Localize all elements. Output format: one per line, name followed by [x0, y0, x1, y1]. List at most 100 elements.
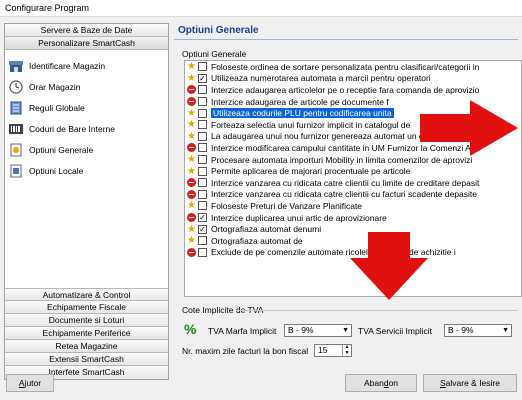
group-servere[interactable]: Servere & Baze de Date [5, 24, 168, 37]
spin-arrows-icon[interactable]: ▲ ▼ [342, 344, 351, 356]
nav-label: Optiuni Locale [29, 165, 84, 176]
option-checkbox[interactable] [198, 236, 207, 246]
days-stepper[interactable]: 15 ▲ ▼ [314, 344, 352, 357]
option-row[interactable]: ★ Permite aplicarea de majorari procentua… [185, 165, 521, 177]
star-icon: ★ [187, 61, 196, 73]
group-automatizare[interactable]: Automatizare & Control [5, 288, 168, 301]
percent-icon: % [184, 321, 197, 337]
star-icon: ★ [187, 200, 196, 212]
options-group-label: Optiuni Generale [182, 49, 247, 59]
option-row[interactable]: ★ Utilizeaza codurile PLU pentru codifica… [185, 107, 521, 119]
group-personalizare[interactable]: Personalizare SmartCash [5, 37, 168, 50]
option-row[interactable]: Interzice vanzarea cu ridicata catre cli… [185, 189, 521, 201]
option-label: Ortografiaza automat de [211, 235, 303, 246]
page-title: Optiuni Generale [178, 25, 259, 36]
option-row[interactable]: Interzice adaugarea de articole pe docum… [185, 96, 521, 108]
cancel-button[interactable]: Abandon [345, 374, 417, 392]
star-icon: ★ [187, 72, 196, 84]
nav-item-optiuni-locale[interactable]: Optiuni Locale [5, 160, 168, 181]
option-checkbox[interactable] [198, 85, 207, 95]
option-label: Forteaza selectia unui furnizor implicit… [211, 119, 411, 130]
stop-icon [187, 178, 196, 188]
option-row[interactable]: Exclude de pe comenzile automate ricolel… [185, 247, 521, 259]
option-label: Foloseste Preturi de Vanzare Planificate [211, 200, 363, 211]
option-checkbox[interactable] [198, 97, 207, 107]
chevron-down-icon: ▼ [342, 327, 349, 334]
option-row[interactable]: ★ La adaugarea unui nou furnizor genereaz… [185, 131, 521, 143]
option-label: Interzice adaugarea de articole pe docum… [211, 96, 389, 107]
star-icon: ★ [187, 130, 196, 142]
group-documente[interactable]: Documente si Loturi [5, 314, 168, 327]
barcode-icon [9, 122, 23, 136]
vat-servicii-label: TVA Servicii Implicit [358, 326, 432, 336]
stop-icon [187, 85, 196, 95]
window-title: Configurare Program [0, 0, 522, 17]
group-echipamente-fiscale[interactable]: Echipamente Fiscale [5, 301, 168, 314]
title-divider [174, 39, 518, 40]
vat-servicii-select[interactable]: B - 9% ▼ [444, 324, 512, 337]
group-retea[interactable]: Retea Magazine [5, 340, 168, 353]
option-row[interactable]: ★ ✓ Utilizeaza numerotarea automata a marc… [185, 73, 521, 85]
option-label: Permite aplicarea de majorari procentual… [211, 166, 411, 177]
vat-marfa-value: B - 9% [288, 325, 314, 335]
star-icon: ★ [187, 107, 196, 119]
option-checkbox[interactable] [198, 166, 207, 176]
nav-label: Optiuni Generale [29, 144, 94, 155]
options-list[interactable]: ★ Foloseste ordinea de sortare personaliz… [184, 60, 522, 297]
option-row[interactable]: Interzice adaugarea articolelor pe o rec… [185, 84, 521, 96]
nav-item-identificare[interactable]: Identificare Magazin [5, 55, 168, 76]
option-checkbox[interactable] [198, 62, 207, 72]
stop-icon [187, 213, 196, 223]
option-checkbox[interactable] [198, 189, 207, 199]
star-icon: ★ [187, 154, 196, 166]
option-checkbox[interactable] [198, 201, 207, 211]
option-label: Ortografiaza automat denumi [211, 224, 322, 235]
rules-icon [9, 101, 23, 115]
option-checkbox[interactable]: ✓ [198, 73, 207, 83]
group-extensii[interactable]: Extensii SmartCash [5, 353, 168, 366]
option-row[interactable]: Interzice vanzarea cu ridicata catre cli… [185, 177, 521, 189]
option-row[interactable]: ★ ✓ Ortografiaza automat denumi [185, 223, 521, 235]
option-row[interactable]: ★ Forteaza selectia unui furnizor implici… [185, 119, 521, 131]
option-checkbox[interactable] [198, 143, 207, 153]
vat-marfa-select[interactable]: B - 9% ▼ [284, 324, 352, 337]
option-checkbox[interactable] [198, 108, 207, 118]
vat-marfa-label: TVA Marfa Implicit [208, 326, 277, 336]
option-label: Interzice duplicarea unui artic de aprov… [211, 212, 387, 223]
option-checkbox[interactable] [198, 247, 207, 257]
main-panel: Optiuni Generale Optiuni Generale ★ Folos… [174, 23, 522, 380]
option-row[interactable]: ✓ Interzice duplicarea unui artic de apro… [185, 212, 521, 224]
dialog-body: Servere & Baze de Date Personalizare Sma… [0, 17, 522, 400]
option-label: Interzice vanzarea cu ridicata catre cli… [211, 189, 477, 200]
nav-item-optiuni-generale[interactable]: Optiuni Generale [5, 139, 168, 160]
option-label: Interzice vanzarea cu ridicata catre cli… [211, 177, 480, 188]
option-checkbox[interactable]: ✓ [198, 213, 207, 223]
stop-icon [187, 189, 196, 199]
option-row[interactable]: Interzice modificarea campului cantitate… [185, 142, 521, 154]
stop-icon [187, 97, 196, 107]
option-label: Utilizeaza codurile PLU pentru codificar… [211, 108, 394, 119]
stop-icon [187, 143, 196, 153]
option-checkbox[interactable] [198, 120, 207, 130]
option-row[interactable]: ★ Ortografiaza automat de [185, 235, 521, 247]
option-label: Foloseste ordinea de sortare personaliza… [211, 61, 480, 72]
option-row[interactable]: ★ Procesare automata importuri Mobility i… [185, 154, 521, 166]
help-button[interactable]: Ajutor [6, 374, 54, 392]
group-echipamente-periferice[interactable]: Echipamente Periferice [5, 327, 168, 340]
save-exit-button[interactable]: Salvare & Iesire [423, 374, 517, 392]
stop-icon [187, 247, 196, 257]
option-checkbox[interactable]: ✓ [198, 224, 207, 234]
nav-label: Identificare Magazin [29, 60, 106, 71]
nav-list: Identificare Magazin Orar Magazin Reguli… [5, 50, 168, 262]
option-checkbox[interactable] [198, 178, 207, 188]
option-checkbox[interactable] [198, 155, 207, 165]
option-row[interactable]: ★ Foloseste Preturi de Vanzare Planificat… [185, 200, 521, 212]
option-row[interactable]: ★ Foloseste ordinea de sortare personaliz… [185, 61, 521, 73]
nav-item-orar[interactable]: Orar Magazin [5, 76, 168, 97]
option-checkbox[interactable] [198, 131, 207, 141]
nav-item-coduri[interactable]: Coduri de Bare Interne [5, 118, 168, 139]
settings-icon [9, 143, 23, 157]
nav-item-reguli[interactable]: Reguli Globale [5, 97, 168, 118]
star-icon: ★ [187, 119, 196, 131]
bottom-groups: Automatizare & Control Echipamente Fisca… [5, 288, 168, 379]
